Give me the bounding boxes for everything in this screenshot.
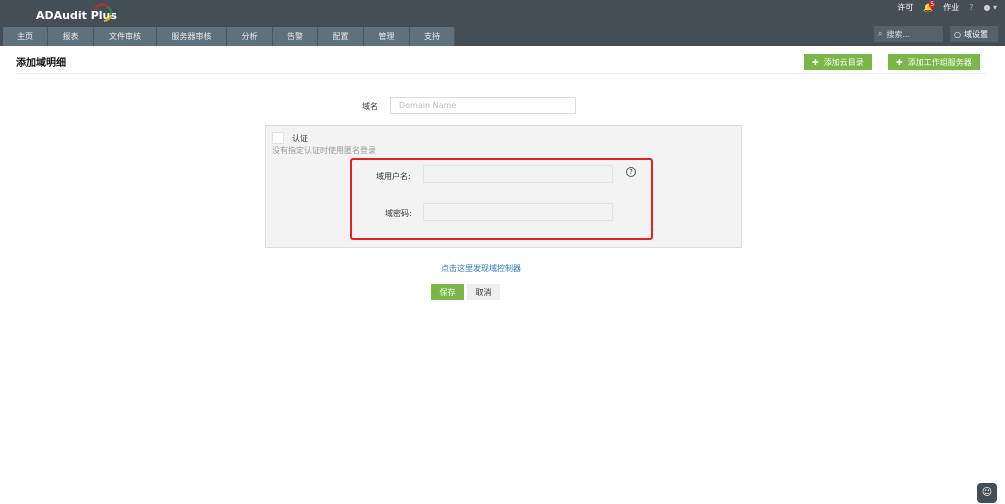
add-cloud-label: 添加云目录 — [823, 57, 864, 67]
header: ADAudit Plus 许可 🔔 5 作业 ? ● ▾ 主页 报表 文件审核 服… — [0, 0, 1005, 46]
logo-arc-icon — [94, 3, 113, 22]
main-nav: 主页 报表 文件审核 服务器审核 分析 告警 配置 管理 支持 — [3, 27, 455, 46]
tab-file-audit[interactable]: 文件审核 — [94, 27, 157, 46]
auth-label: 认证 — [292, 134, 308, 143]
plus-icon: ✚ — [812, 57, 819, 67]
search-input[interactable]: ⌕ 搜索... — [874, 26, 943, 42]
cancel-button[interactable]: 取消 — [467, 284, 500, 300]
tab-admin[interactable]: 管理 — [364, 27, 410, 46]
license-link[interactable]: 许可 — [897, 2, 913, 13]
gear-icon: ○ — [954, 29, 961, 39]
auth-checkbox[interactable] — [272, 132, 284, 144]
plus-icon: ✚ — [896, 57, 903, 67]
help-circle-icon[interactable]: ? — [626, 167, 636, 177]
search-icon: ⌕ — [878, 29, 883, 38]
tab-reports[interactable]: 报表 — [48, 27, 94, 46]
page-title: 添加域明细 — [16, 58, 66, 69]
help-icon[interactable]: ? — [969, 3, 973, 12]
jobs-link[interactable]: 作业 — [943, 2, 959, 13]
discover-dc-link[interactable]: 点击这里发现域控制器 — [441, 263, 521, 274]
domain-settings-button[interactable]: ○ 域设置 — [950, 26, 998, 42]
domain-password-input[interactable] — [423, 203, 613, 221]
chat-support-icon[interactable]: ☺ — [977, 483, 997, 503]
app-logo[interactable]: ADAudit Plus — [36, 3, 117, 22]
notification-bell-icon[interactable]: 🔔 5 — [923, 0, 936, 12]
domain-name-input[interactable]: Domain Name — [390, 97, 576, 114]
domain-settings-label: 域设置 — [963, 29, 988, 39]
tab-alerts[interactable]: 告警 — [273, 27, 318, 46]
search-placeholder: 搜索... — [886, 29, 911, 39]
domain-name-label: 域名 — [362, 102, 378, 111]
auth-hint: 没有指定认证时使用匿名登录 — [272, 146, 376, 155]
add-workgroup-label: 添加工作组服务器 — [907, 57, 972, 67]
domain-username-input[interactable] — [423, 165, 613, 183]
tab-home[interactable]: 主页 — [3, 27, 48, 46]
notification-badge: 5 — [929, 0, 936, 8]
domain-username-label: 域用户名: — [376, 172, 411, 181]
add-workgroup-server-button[interactable]: ✚ 添加工作组服务器 — [888, 54, 980, 70]
tab-server-audit[interactable]: 服务器审核 — [157, 27, 227, 46]
tab-configuration[interactable]: 配置 — [318, 27, 364, 46]
tab-analytics[interactable]: 分析 — [227, 27, 273, 46]
add-cloud-directory-button[interactable]: ✚ 添加云目录 — [804, 54, 872, 70]
user-avatar-icon[interactable]: ● ▾ — [983, 3, 997, 12]
save-button[interactable]: 保存 — [431, 284, 464, 300]
tab-support[interactable]: 支持 — [410, 27, 455, 46]
domain-name-placeholder: Domain Name — [399, 101, 457, 110]
domain-password-label: 域密码: — [385, 209, 412, 218]
divider — [16, 73, 986, 74]
